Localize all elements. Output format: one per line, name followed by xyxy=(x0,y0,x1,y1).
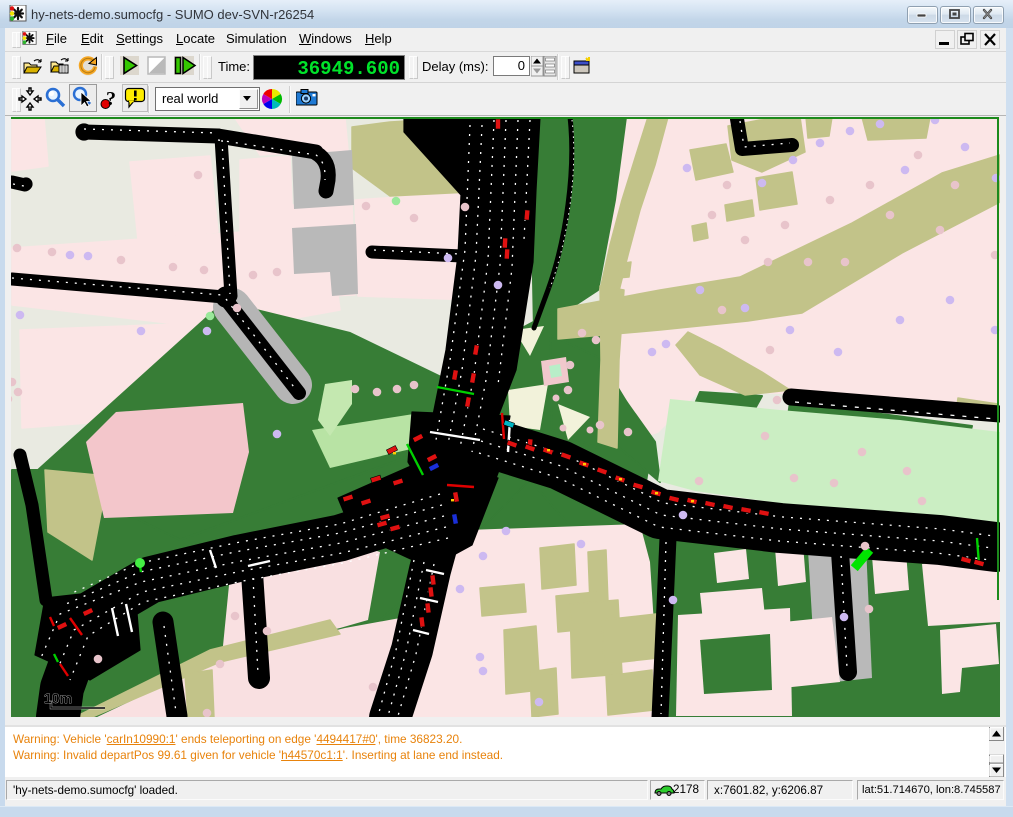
svg-text:10m: 10m xyxy=(44,690,72,706)
svg-text:?: ? xyxy=(106,88,116,110)
